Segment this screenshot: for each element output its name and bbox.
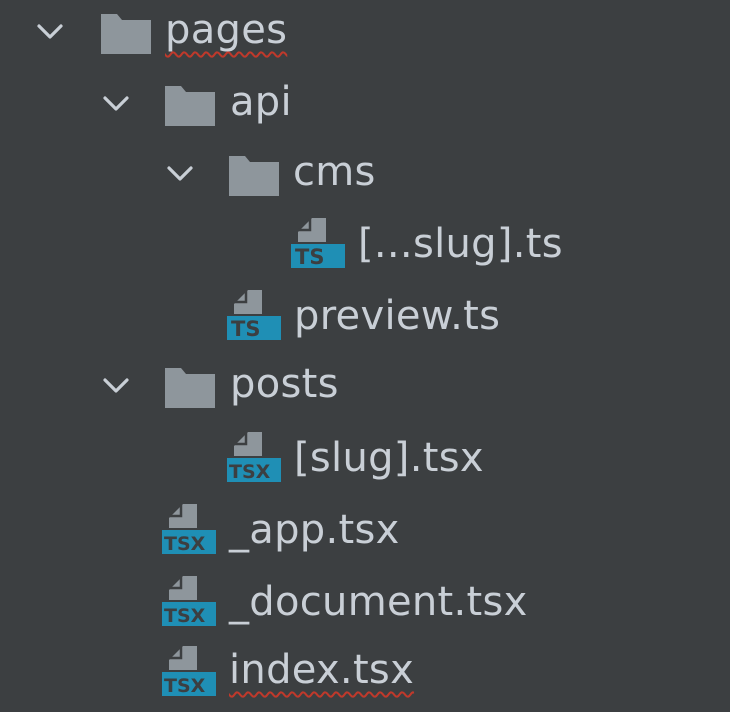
- tree-item-label: [...slug].ts: [358, 221, 563, 267]
- file-badge-text: TSX: [164, 605, 206, 627]
- folder-icon: [162, 76, 218, 132]
- tsx-file-icon: TSX: [161, 642, 217, 698]
- project-file-tree: pages api cms TS [...slug].ts TS preview…: [0, 0, 730, 712]
- tree-item-posts[interactable]: posts: [0, 350, 730, 422]
- tsx-file-icon: TSX: [161, 572, 217, 628]
- chevron-down-icon[interactable]: [99, 87, 133, 121]
- file-badge-text: TSX: [229, 461, 271, 483]
- tree-item-label: _document.tsx: [229, 579, 528, 625]
- tsx-file-icon: TSX: [161, 500, 217, 556]
- file-badge-text: TS: [295, 245, 324, 269]
- tree-item-slug-tsx[interactable]: TSX [slug].tsx: [0, 422, 730, 494]
- tree-item-label: preview.ts: [294, 293, 501, 339]
- tree-item-slug-catchall-ts[interactable]: TS [...slug].ts: [0, 208, 730, 280]
- tree-item-label: pages: [165, 7, 288, 53]
- chevron-down-icon[interactable]: [99, 369, 133, 403]
- tree-item-cms[interactable]: cms: [0, 138, 730, 210]
- tree-item-label: api: [230, 79, 292, 125]
- tree-item-label: [slug].tsx: [294, 435, 484, 481]
- tree-item-app-tsx[interactable]: TSX _app.tsx: [0, 494, 730, 566]
- chevron-down-icon[interactable]: [33, 15, 67, 49]
- tree-item-index-tsx[interactable]: TSX index.tsx: [0, 636, 730, 708]
- tree-item-label: posts: [230, 361, 339, 407]
- tree-item-label: _app.tsx: [229, 507, 400, 553]
- tree-item-api[interactable]: api: [0, 68, 730, 140]
- tree-item-label: cms: [293, 149, 376, 195]
- tree-item-pages[interactable]: pages: [0, 0, 730, 68]
- folder-icon: [98, 4, 154, 60]
- tsx-file-icon: TSX: [226, 428, 282, 484]
- tree-item-document-tsx[interactable]: TSX _document.tsx: [0, 566, 730, 638]
- file-badge-text: TSX: [164, 533, 206, 555]
- typescript-file-icon: TS: [290, 214, 346, 270]
- file-badge-text: TSX: [164, 675, 206, 697]
- chevron-down-icon[interactable]: [163, 157, 197, 191]
- folder-icon: [226, 146, 282, 202]
- folder-icon: [162, 358, 218, 414]
- file-badge-text: TS: [231, 317, 260, 341]
- typescript-file-icon: TS: [226, 286, 282, 342]
- tree-item-label: index.tsx: [229, 647, 415, 693]
- tree-item-preview-ts[interactable]: TS preview.ts: [0, 280, 730, 352]
